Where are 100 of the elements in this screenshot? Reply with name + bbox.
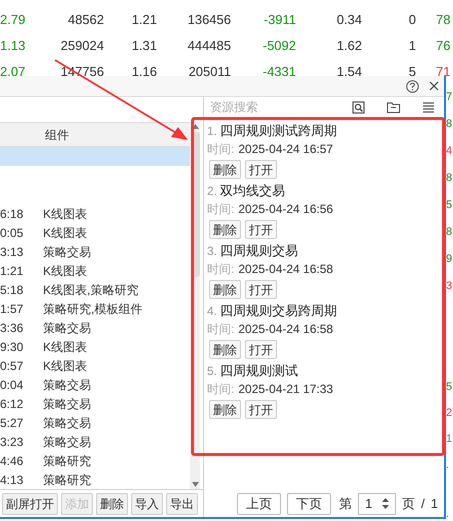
table-cell-text: 444485 <box>186 37 231 56</box>
table-cell-text: 0.34 <box>336 11 362 30</box>
table-cell-text: 策略交易 <box>43 396 91 412</box>
table-cell-text: 策略交易 <box>43 376 91 394</box>
time-label: 时间: <box>207 201 234 218</box>
page-number: 1 <box>365 494 372 513</box>
table-cell-text: -4331 <box>262 63 296 82</box>
table-cell-text: 1.16 <box>130 63 157 82</box>
spinner-arrows-icon[interactable] <box>382 498 390 509</box>
table-cell-text: 0:05 <box>0 224 24 242</box>
item-button[interactable]: 打开 <box>245 220 277 239</box>
table-cell-text: 策略交易 <box>43 244 91 260</box>
help-icon[interactable] <box>406 80 419 92</box>
toolbar-button[interactable]: 导出 <box>166 493 198 515</box>
table-cell-text: 5:27 <box>0 414 24 432</box>
time-value: 2025-04-24 16:58 <box>238 261 334 278</box>
table-cell-text: 0:57 <box>0 358 24 374</box>
item-button[interactable]: 删除 <box>209 280 241 299</box>
table-cell-text: 3:23 <box>0 434 24 450</box>
search-field[interactable]: 资源搜索 <box>210 98 340 116</box>
table-cell-text: 7 <box>446 90 452 105</box>
list-icon[interactable] <box>422 102 435 112</box>
resource-title[interactable]: 四周规则交易跨周期 <box>220 301 338 321</box>
table-cell-text: 1 <box>446 432 452 446</box>
table-cell-text: K线图表 <box>43 338 88 356</box>
resource-title[interactable]: 四周规则测试跨周期 <box>220 121 338 141</box>
item-button[interactable]: 打开 <box>245 400 277 419</box>
table-cell-text: 205011 <box>188 63 231 82</box>
time-value: 2025-04-24 16:56 <box>238 201 334 218</box>
time-label: 时间: <box>207 321 234 338</box>
table-cell-text: 76 <box>435 37 452 56</box>
item-number: 2. <box>207 183 218 200</box>
toolbar-button[interactable]: 副屏打开 <box>2 493 58 515</box>
search-icon[interactable] <box>352 100 365 114</box>
table-cell-text: 2 <box>446 406 452 420</box>
table-cell-text: K线图表 <box>43 224 88 242</box>
close-icon[interactable] <box>429 81 439 91</box>
item-button[interactable]: 删除 <box>209 400 241 419</box>
item-button[interactable]: 打开 <box>245 340 277 359</box>
table-cell-text: 0:04 <box>0 376 24 394</box>
table-cell-text: 4 <box>446 144 452 159</box>
toolbar-button[interactable]: 删除 <box>96 493 128 515</box>
column-header-label: 组件 <box>44 126 69 144</box>
item-button[interactable]: 删除 <box>209 160 241 179</box>
table-cell-text: 4:46 <box>0 452 24 470</box>
table-cell-text: -3911 <box>262 11 296 30</box>
item-button[interactable]: 打开 <box>245 160 277 179</box>
previous-page-button[interactable]: 上页 <box>237 492 282 514</box>
time-value: 2025-04-21 17:33 <box>238 381 334 398</box>
table-cell-text: 1.21 <box>130 11 157 30</box>
time-value: 2025-04-24 16:57 <box>238 141 334 158</box>
scroll-down-icon[interactable] <box>192 482 198 487</box>
page-total: 1 <box>430 494 438 513</box>
scroll-up-icon[interactable] <box>192 124 198 129</box>
table-cell-text: 48562 <box>66 11 104 30</box>
table-cell-text: 78 <box>435 11 452 30</box>
table-cell-text: 3 <box>446 279 452 294</box>
item-button[interactable]: 删除 <box>209 220 241 239</box>
table-cell-text: 5 <box>446 198 452 213</box>
table-cell-text: 策略交易 <box>43 320 91 336</box>
table-cell-text: . <box>446 458 450 472</box>
table-cell-text: 6:12 <box>0 396 24 412</box>
table-cell-text: 策略研究 <box>43 452 91 470</box>
time-label: 时间: <box>207 141 234 158</box>
table-cell-text: 1.62 <box>336 37 362 56</box>
page-label: 页 <box>402 494 416 513</box>
resource-title[interactable]: 双均线交易 <box>220 181 286 201</box>
table-cell-text: 8 <box>446 117 452 132</box>
toolbar-button[interactable]: 导入 <box>131 493 163 515</box>
time-label: 时间: <box>207 261 234 278</box>
table-cell-text: 4:13 <box>0 472 24 488</box>
table-cell-text: 策略交易 <box>43 414 91 432</box>
table-cell-text: -5092 <box>262 37 296 56</box>
resource-title[interactable]: 四周规则测试 <box>220 361 298 381</box>
table-cell-text: 5:18 <box>0 282 24 298</box>
next-page-button[interactable]: 下页 <box>287 492 332 514</box>
item-button[interactable]: 删除 <box>209 340 241 359</box>
table-cell-text: 3:36 <box>0 320 24 336</box>
table-cell-text: 策略研究 <box>43 472 91 488</box>
table-cell-text: 3:13 <box>0 244 24 260</box>
table-cell-text: 1.13 <box>0 37 24 56</box>
table-cell-text: 1.31 <box>130 37 157 56</box>
table-cell-text: 8 <box>446 225 452 240</box>
table-cell-text: K线图表,策略研究 <box>43 282 138 298</box>
table-cell-text: 9 <box>446 252 452 267</box>
table-cell-text: K线图表 <box>43 358 88 374</box>
table-cell-text: 136456 <box>186 11 231 30</box>
table-cell-text: 5 <box>408 63 416 82</box>
folder-icon[interactable] <box>387 102 400 112</box>
table-cell-text: 8 <box>446 171 452 186</box>
table-cell-text: 5 <box>446 380 452 394</box>
table-cell-text: 1.54 <box>336 63 362 82</box>
table-cell-text: K线图表 <box>43 262 88 280</box>
page-spinner[interactable]: 1 <box>358 492 396 514</box>
item-button[interactable]: 打开 <box>245 280 277 299</box>
table-cell-text: 9:30 <box>0 338 24 356</box>
item-number: 5. <box>207 363 218 380</box>
table-cell-text: 1:57 <box>0 300 24 318</box>
item-number: 1. <box>207 123 218 140</box>
resource-title[interactable]: 四周规则交易 <box>220 241 298 261</box>
